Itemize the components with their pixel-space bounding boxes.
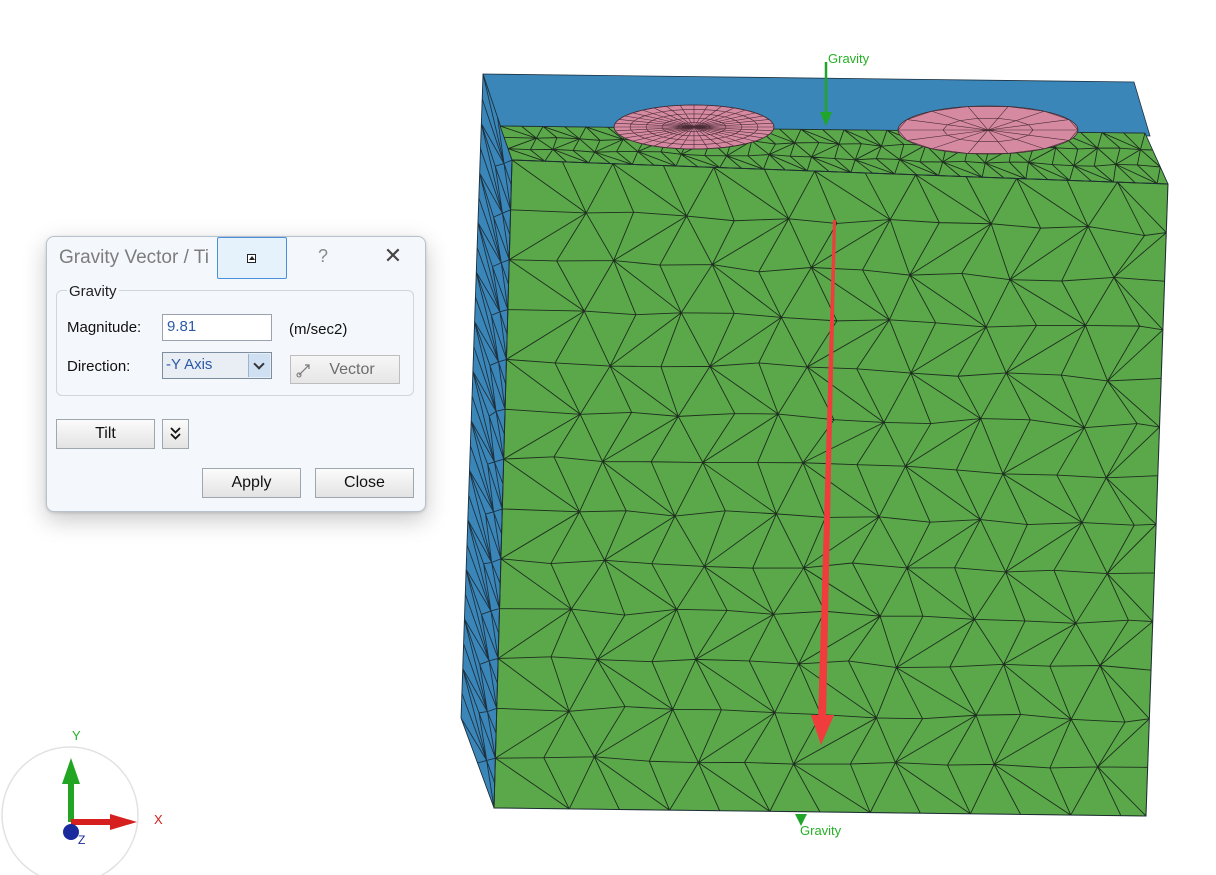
help-button[interactable]: ? [303,246,343,270]
apply-button[interactable]: Apply [202,468,301,498]
chevron-down-icon[interactable] [248,354,270,377]
direction-select[interactable]: -Y Axis [162,352,272,379]
double-chevron-down-icon [170,427,181,440]
vector-button[interactable]: Vector [290,355,400,384]
vector-button-label: Vector [329,361,375,378]
direction-select-value: -Y Axis [166,356,213,373]
close-button[interactable]: Close [315,468,414,498]
gravity-group-title: Gravity [67,283,119,300]
axis-z-label: Z [78,833,85,847]
axis-triad: Y X Z [1,728,163,875]
circle-mesh-lines [613,104,775,150]
direction-label: Direction: [67,358,131,375]
tilt-button[interactable]: Tilt [56,419,155,449]
gravity-marker-bottom: Gravity [795,814,842,838]
axis-y-label: Y [72,728,81,743]
dialog-titlebar[interactable]: Gravity Vector / Ti ? ✕ [47,237,425,279]
magnitude-label: Magnitude: [67,319,142,336]
gravity-label-top: Gravity [828,51,870,66]
pin-window-button[interactable] [217,237,287,279]
pin-window-icon [247,254,256,263]
expand-options-button[interactable] [162,419,189,449]
dialog-title: Gravity Vector / Ti [59,247,209,268]
magnitude-input[interactable]: 9.81 [162,314,272,341]
close-icon[interactable]: ✕ [373,245,413,271]
gravity-vector-dialog: Gravity Vector / Ti ? ✕ Gravity Magnitud… [46,236,426,512]
axis-x-label: X [154,812,163,827]
gravity-label-bottom: Gravity [800,823,842,838]
vector-icon [296,364,310,378]
magnitude-unit: (m/sec2) [289,321,348,338]
